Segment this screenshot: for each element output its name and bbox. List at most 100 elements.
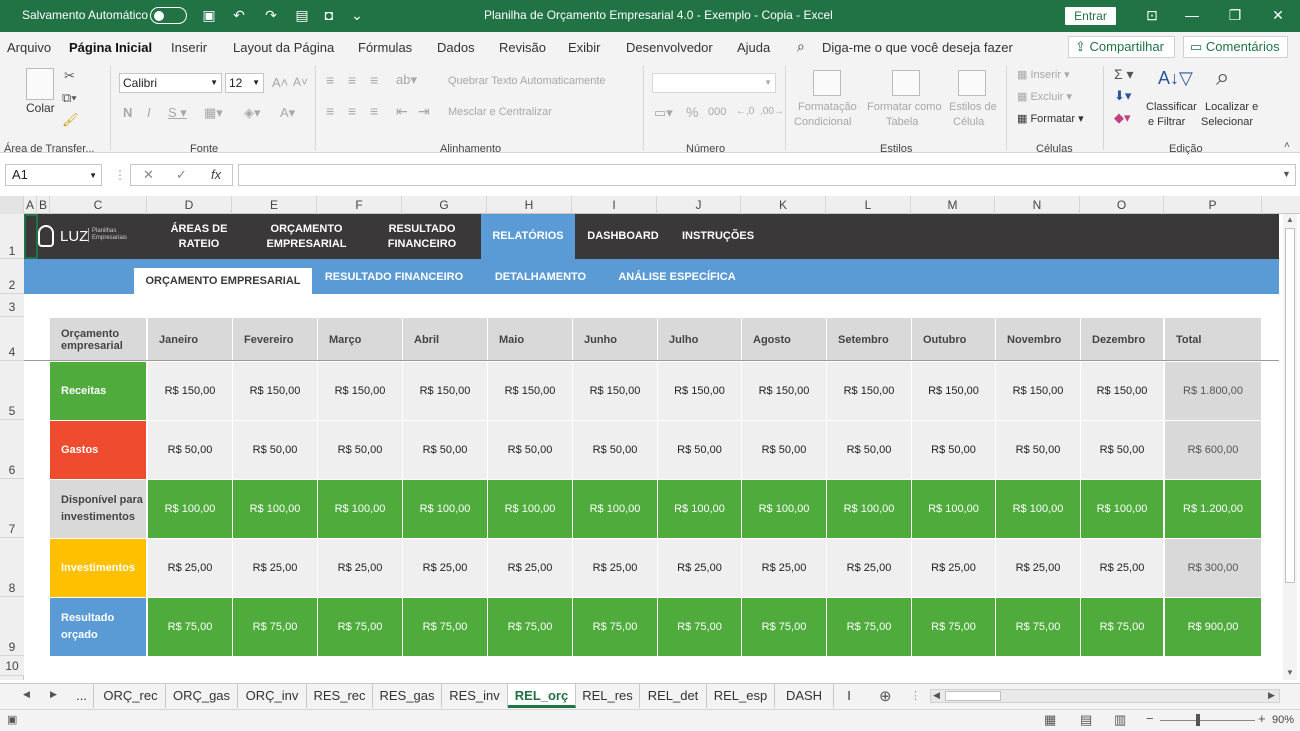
value-cell[interactable]: R$ 75,00 bbox=[742, 598, 826, 656]
value-cell[interactable]: R$ 25,00 bbox=[403, 539, 487, 597]
value-cell[interactable]: R$ 50,00 bbox=[318, 421, 402, 479]
lightbulb-search-icon[interactable]: ⌕ bbox=[797, 38, 805, 55]
menu-pagina-inicial[interactable]: Página Inicial bbox=[69, 40, 152, 55]
nav-instrucoes[interactable]: INSTRUÇÕES bbox=[678, 214, 758, 259]
restore-button[interactable]: ❐ bbox=[1215, 4, 1255, 26]
menu-exibir[interactable]: Exibir bbox=[568, 40, 601, 55]
row-header-3[interactable]: 3 bbox=[0, 294, 24, 317]
month-header[interactable]: Março bbox=[318, 318, 402, 361]
sheet-tab-more[interactable]: ... bbox=[70, 684, 94, 708]
value-cell[interactable]: R$ 50,00 bbox=[996, 421, 1080, 479]
value-cell[interactable]: R$ 150,00 bbox=[912, 362, 995, 420]
value-cell[interactable]: R$ 100,00 bbox=[742, 480, 826, 538]
format-as-table-icon[interactable] bbox=[892, 70, 920, 96]
value-cell[interactable]: R$ 25,00 bbox=[318, 539, 402, 597]
col-header-p[interactable]: P bbox=[1164, 196, 1262, 214]
share-button[interactable]: ⇪ Compartilhar bbox=[1068, 36, 1175, 58]
orientation-icon[interactable]: ab▾ bbox=[396, 72, 417, 88]
bold-icon[interactable]: N bbox=[123, 105, 132, 120]
fill-color-icon[interactable]: ◈▾ bbox=[244, 105, 261, 121]
month-header[interactable]: Novembro bbox=[996, 318, 1080, 361]
total-cell[interactable]: R$ 1.800,00 bbox=[1165, 362, 1261, 420]
menu-formulas[interactable]: Fórmulas bbox=[358, 40, 412, 55]
decrease-font-icon[interactable]: A˅ bbox=[293, 75, 308, 89]
add-sheet-icon[interactable]: ⊕ bbox=[879, 687, 892, 705]
indent-decrease-icon[interactable]: ⇤ bbox=[396, 103, 408, 120]
subtab-analise-especifica[interactable]: ANÁLISE ESPECÍFICA bbox=[618, 259, 736, 294]
sheet-tab-active[interactable]: REL_orç bbox=[508, 684, 576, 708]
total-cell[interactable]: R$ 600,00 bbox=[1165, 421, 1261, 479]
close-button[interactable]: ✕ bbox=[1258, 4, 1298, 26]
row-header-2[interactable]: 2 bbox=[0, 259, 24, 294]
col-header-n[interactable]: N bbox=[995, 196, 1080, 214]
next-sheet-icon[interactable]: ▶ bbox=[50, 689, 57, 700]
value-cell[interactable]: R$ 150,00 bbox=[658, 362, 741, 420]
value-cell[interactable]: R$ 75,00 bbox=[148, 598, 232, 656]
row-label[interactable]: Investimentos bbox=[50, 539, 146, 597]
value-cell[interactable]: R$ 75,00 bbox=[403, 598, 487, 656]
zoom-slider-thumb[interactable] bbox=[1196, 714, 1200, 726]
paste-label[interactable]: Colar bbox=[26, 101, 55, 115]
sort-filter-icon[interactable]: A↓▽ bbox=[1158, 68, 1193, 89]
col-header-g[interactable]: G bbox=[402, 196, 487, 214]
subtab-orcamento-empresarial[interactable]: ORÇAMENTO EMPRESARIAL bbox=[134, 268, 312, 294]
increase-decimal-icon[interactable]: ←,0 bbox=[736, 106, 754, 117]
value-cell[interactable]: R$ 150,00 bbox=[996, 362, 1080, 420]
row-label[interactable]: Resultado orçado bbox=[50, 598, 146, 656]
table-corner-label[interactable]: Orçamento empresarial bbox=[50, 318, 146, 361]
paste-icon[interactable] bbox=[26, 68, 54, 100]
formula-input[interactable] bbox=[238, 164, 1296, 186]
value-cell[interactable]: R$ 75,00 bbox=[827, 598, 911, 656]
menu-revisao[interactable]: Revisão bbox=[499, 40, 546, 55]
horizontal-scrollbar[interactable]: ◀ ▶ bbox=[930, 689, 1280, 703]
value-cell[interactable]: R$ 75,00 bbox=[233, 598, 317, 656]
zoom-in-icon[interactable]: + bbox=[1258, 711, 1266, 726]
value-cell[interactable]: R$ 100,00 bbox=[827, 480, 911, 538]
menu-inserir[interactable]: Inserir bbox=[171, 40, 207, 55]
value-cell[interactable]: R$ 150,00 bbox=[573, 362, 657, 420]
value-cell[interactable]: R$ 25,00 bbox=[827, 539, 911, 597]
font-size-select[interactable]: 12 ▼ bbox=[225, 73, 264, 93]
nav-orcamento-empresarial[interactable]: ORÇAMENTO EMPRESARIAL bbox=[260, 214, 353, 259]
value-cell[interactable]: R$ 25,00 bbox=[573, 539, 657, 597]
value-cell[interactable]: R$ 50,00 bbox=[403, 421, 487, 479]
month-header[interactable]: Maio bbox=[488, 318, 572, 361]
cell-styles-label-2[interactable]: Célula bbox=[953, 116, 984, 128]
find-select-icon[interactable]: ⌕ bbox=[1216, 64, 1229, 92]
col-header-k[interactable]: K bbox=[741, 196, 826, 214]
borders-icon[interactable]: ▦▾ bbox=[204, 105, 223, 121]
wrap-text-button[interactable]: Quebrar Texto Automaticamente bbox=[448, 75, 606, 87]
col-header-f[interactable]: F bbox=[317, 196, 402, 214]
row-header-10[interactable]: 10 bbox=[0, 656, 24, 676]
sheet-tab[interactable]: REL_det bbox=[640, 684, 707, 708]
select-all-corner[interactable] bbox=[0, 196, 24, 214]
month-header[interactable]: Setembro bbox=[827, 318, 911, 361]
sheet-tab[interactable]: DASH bbox=[775, 684, 834, 708]
format-cells-button[interactable]: ▦ Formatar ▾ bbox=[1017, 112, 1084, 125]
value-cell[interactable]: R$ 50,00 bbox=[233, 421, 317, 479]
fill-icon[interactable]: ⬇▾ bbox=[1114, 88, 1131, 104]
page-break-view-icon[interactable]: ▥ bbox=[1114, 712, 1126, 728]
align-bottom-icon[interactable]: ≡ bbox=[370, 72, 378, 88]
percent-icon[interactable]: % bbox=[686, 104, 698, 120]
zoom-slider[interactable] bbox=[1160, 720, 1255, 721]
scroll-left-icon[interactable]: ◀ bbox=[933, 690, 940, 701]
value-cell[interactable]: R$ 25,00 bbox=[742, 539, 826, 597]
macro-record-icon[interactable]: ▣ bbox=[7, 713, 17, 726]
value-cell[interactable]: R$ 50,00 bbox=[148, 421, 232, 479]
scroll-right-icon[interactable]: ▶ bbox=[1268, 690, 1275, 701]
month-header[interactable]: Junho bbox=[573, 318, 657, 361]
menu-desenvolvedor[interactable]: Desenvolvedor bbox=[626, 40, 713, 55]
col-header-b[interactable]: B bbox=[37, 196, 50, 214]
value-cell[interactable]: R$ 50,00 bbox=[912, 421, 995, 479]
value-cell[interactable]: R$ 100,00 bbox=[996, 480, 1080, 538]
subtab-detalhamento[interactable]: DETALHAMENTO bbox=[488, 259, 593, 294]
value-cell[interactable]: R$ 75,00 bbox=[912, 598, 995, 656]
value-cell[interactable]: R$ 50,00 bbox=[488, 421, 572, 479]
camera-icon[interactable]: ◘ bbox=[320, 6, 338, 24]
prev-sheet-icon[interactable]: ◀ bbox=[23, 689, 30, 700]
col-header-l[interactable]: L bbox=[826, 196, 911, 214]
total-cell[interactable]: R$ 1.200,00 bbox=[1165, 480, 1261, 538]
cell-styles-label-1[interactable]: Estilos de bbox=[949, 101, 997, 113]
col-header-a[interactable]: A bbox=[24, 196, 37, 214]
